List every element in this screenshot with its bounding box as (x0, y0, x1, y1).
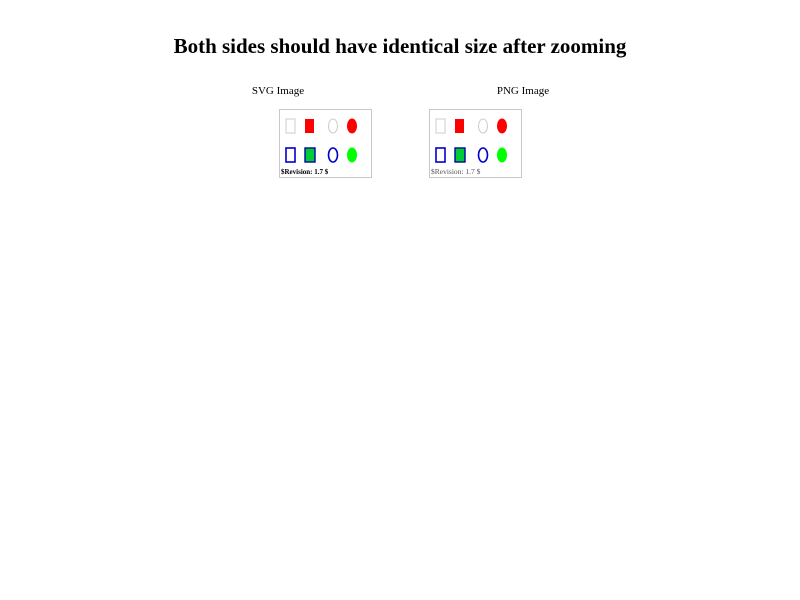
gray-outline-ellipse (328, 118, 338, 134)
png-image-caption: PNG Image (496, 85, 550, 97)
svg-revision-label: $Revision: 1.7 $ (281, 168, 329, 176)
blue-outline-ellipse (327, 147, 339, 163)
red-filled-ellipse (347, 118, 357, 134)
red-filled-rect (455, 119, 464, 133)
svg-image-caption: SVG Image (251, 85, 305, 97)
svg-image-panel: $Revision: 1.7 $ (279, 109, 372, 178)
png-revision-label: $Revision: 1.7 $ (431, 167, 481, 176)
green-filled-ellipse (347, 147, 357, 163)
red-filled-rect (305, 119, 314, 133)
gray-outline-rect (435, 118, 446, 134)
red-filled-ellipse (497, 118, 507, 134)
green-rect-blue-border (304, 147, 316, 163)
green-filled-ellipse (497, 147, 507, 163)
blue-outline-rect (435, 147, 446, 163)
png-image-panel: $Revision: 1.7 $ (429, 109, 522, 178)
gray-outline-rect (285, 118, 296, 134)
blue-outline-rect (285, 147, 296, 163)
page-title: Both sides should have identical size af… (173, 34, 627, 58)
blue-outline-ellipse (477, 147, 489, 163)
gray-outline-ellipse (478, 118, 488, 134)
green-rect-blue-border (454, 147, 466, 163)
